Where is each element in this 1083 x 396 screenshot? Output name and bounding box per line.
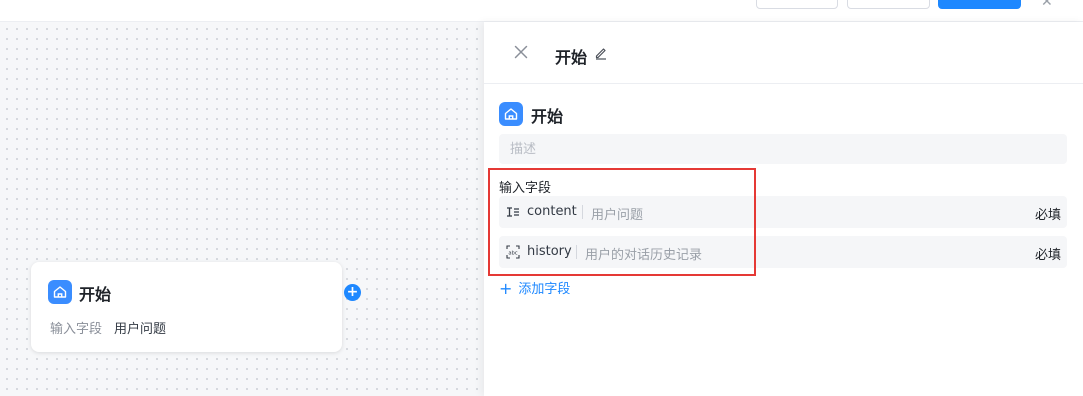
node-title: 开始 bbox=[79, 285, 112, 304]
home-icon bbox=[499, 102, 523, 126]
close-icon[interactable] bbox=[512, 43, 530, 61]
add-field-label: 添加字段 bbox=[518, 282, 571, 297]
top-toolbar: ✕ bbox=[0, 0, 1083, 22]
field-required: 必填 bbox=[1034, 208, 1061, 223]
plus-circle-icon[interactable]: + bbox=[344, 284, 361, 301]
toolbar-button-2[interactable] bbox=[847, 0, 930, 9]
highlight-box bbox=[488, 168, 756, 276]
section-title: 开始 bbox=[531, 107, 564, 126]
panel-title: 开始 bbox=[555, 48, 588, 67]
home-icon bbox=[48, 280, 72, 304]
field-required: 必填 bbox=[1034, 248, 1061, 263]
pencil-icon[interactable] bbox=[594, 46, 608, 60]
start-node[interactable]: 开始 输入字段 用户问题 bbox=[31, 262, 342, 352]
node-field-label: 输入字段 bbox=[50, 322, 103, 337]
plus-icon: + bbox=[499, 279, 513, 298]
description-input[interactable] bbox=[499, 134, 1067, 164]
node-config-panel: 开始 开始 输入字段 content 用户问题 必填 abc history 用… bbox=[484, 22, 1083, 396]
toolbar-primary-button[interactable] bbox=[938, 0, 1021, 9]
add-field-button[interactable]: + 添加字段 bbox=[499, 278, 570, 298]
panel-header: 开始 bbox=[484, 22, 1083, 84]
toolbar-button-1[interactable] bbox=[756, 0, 838, 9]
window-close-icon[interactable]: ✕ bbox=[1041, 0, 1053, 9]
node-field-value: 用户问题 bbox=[114, 322, 167, 337]
